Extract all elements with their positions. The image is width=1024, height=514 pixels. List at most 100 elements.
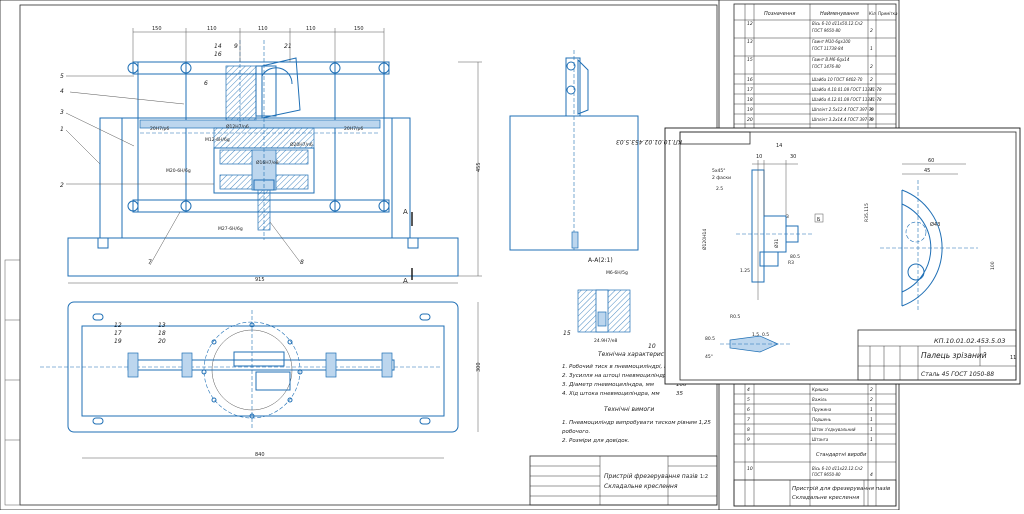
spec-row-name2: ГОСТ 9650-80 [812,28,841,33]
part-title-material: Сталь 45 ГОСТ 1050-88 [921,371,994,378]
section-fit: 24.9Н7/e8 [594,338,618,344]
fit-label: Ø16H7/e8 [256,159,279,166]
spec-row-name: Шток з'єднувальний [812,427,856,432]
spec-row-qty: 2 [870,28,873,34]
section-callout-10: 10 [648,343,656,350]
spec-header-qty: Кіл. [869,11,877,16]
drawing-canvas: 150 110 110 110 150 455 915 20H7/p6 20H7… [0,0,1024,511]
spec-row-pos: 15 [747,57,753,63]
spec-row-qty: 4 [870,97,873,103]
section-callout-15: 15 [563,330,571,337]
part-dim: Ø120Н14 [701,229,708,250]
main-sheet: 150 110 110 110 150 455 915 20H7/p6 20H7… [0,0,723,511]
tech-char-item: 3. Діаметр пневмоциліндра, мм [562,382,654,388]
callout-3: 3 [60,109,64,116]
tech-req-item: робочого. [561,429,590,435]
dim-top-1: 150 [152,26,162,32]
callout-1: 1 [60,126,64,133]
part-dim: Ø31 [773,239,780,248]
fit-label: M12-6H/6g [205,137,230,143]
callout-14: 14 [214,43,222,50]
fit-label: 20H7/p6 [150,126,169,132]
spec-row-qty: 1 [870,417,873,423]
spec-row-name: Пружина [812,407,832,412]
spec-row-name: Шайба 10 ГОСТ 6402-70 [812,77,863,82]
spec-row-qty: 2 [870,387,873,393]
part-dim: R3 [788,260,794,266]
callout-21: 21 [284,43,292,50]
fit-label: M20-6H/6g [166,168,191,174]
tech-char-item: 2. Зусилля на штоці пневмоциліндра, [562,373,672,379]
spec-row-pos: 4 [747,387,750,393]
spec-row-name: Гвинт М10-6gх100 [812,39,851,44]
spec-row-name: Штанга [812,437,829,442]
spec-row-pos: 7 [747,417,750,423]
part-dim: 3 [786,214,789,220]
spec-row-pos: 8 [747,427,750,433]
part-sheet: КП.10.01.02.453.5.03 14 10 30 5х45° 2 фа… [616,127,1021,385]
spec-row-qty: 2 [870,64,873,70]
part-dim: 1.25 [740,268,750,274]
dim-top-2: 110 [207,26,217,32]
dim-top-5: 150 [354,26,364,32]
spec-row-pos: 20 [747,117,753,123]
callout-9: 8 [300,259,304,266]
spec-row-name: Вісь 6-10 d11х50.12.Cn2 [812,21,863,26]
dim-top-3: 110 [258,26,268,32]
spec-row-name: Гвинт В.М6-6gх14 [812,57,850,62]
spec-row-pos: 13 [747,39,753,45]
part-title-name: Палець зрізаний [921,351,987,360]
spec-row-pos: 19 [747,107,753,113]
spec-std-qty: 4 [870,472,873,478]
spec-header-designation: Позначення [764,11,795,17]
plan-callout-12: 12 [114,322,122,329]
part-dim: 80.5 [705,336,715,342]
part-dim: 1.5 [752,332,759,338]
spec-std-name2: ГОСТ 9650-80 [812,472,841,477]
spec-section-standard: Стандартні вироби [816,452,867,458]
part-title-code: КП.10.01.02.453.5.03 [934,337,1006,345]
spec-title-sub: Складальне креслення [792,495,860,501]
spec-row-name: Важіль [812,397,827,402]
spec-row-qty: 1 [870,437,873,443]
spec-row-name2: ГОСТ 1476-80 [812,64,841,69]
dim-overall-width: 915 [255,277,265,283]
callout-7: 7 [148,259,152,266]
fit-label: Ø20H7/n6 [290,141,313,148]
main-title-name: Пристрій фрезерування пазів [604,473,698,480]
tech-req-heading: Технічні вимоги [604,406,654,413]
spec-row-name2: ГОСТ 11738-84 [812,46,844,51]
plan-callout-20: 20 [158,338,166,345]
main-title-scale: 1:2 [700,474,708,480]
section-fit: М6-6Н/5g [606,270,628,276]
part-dim: R35.115 [864,203,870,222]
spec-row-qty: 4 [870,107,873,113]
fit-label: M27-6H/6g [218,226,243,232]
section-title: А-А(2:1) [588,257,613,264]
spec-row-qty: 2 [870,77,873,83]
spec-row-name: Кришка [812,387,829,392]
tech-char-item: 4. Хід штока пневмоциліндра, мм [562,391,660,397]
spec-row-pos: 5 [747,397,750,403]
dim-top-4: 110 [306,26,316,32]
callout-4: 4 [60,88,64,95]
spec-header-name: Найменування [820,11,859,17]
tech-req-item: 2. Розміри для довідок. [562,438,630,444]
fit-label: 20H7/p6 [344,126,363,132]
tech-char-value: 35 [676,391,683,397]
part-dim: 2 фаски [712,175,731,181]
section-marker-a-bottom: А [403,277,408,285]
spec-title-name: Пристрій для фрезерування пазів [792,486,890,492]
part-dim: Ø43 [930,221,940,228]
spec-row-pos: 16 [747,77,753,83]
callout-5: 5 [60,73,64,80]
tech-char-item: 1. Робочий тиск в пневмоциліндрі, МП [562,364,673,370]
section-marker-a-top: А [403,208,408,216]
part-dim: 10 [756,154,762,160]
callout-16: 16 [214,51,222,58]
spec-row-qty: 1 [870,407,873,413]
spec-row-qty: 4 [870,117,873,123]
spec-row-pos: 18 [747,97,753,103]
dim-height: 455 [476,162,482,172]
spec-row-pos: 6 [747,407,750,413]
